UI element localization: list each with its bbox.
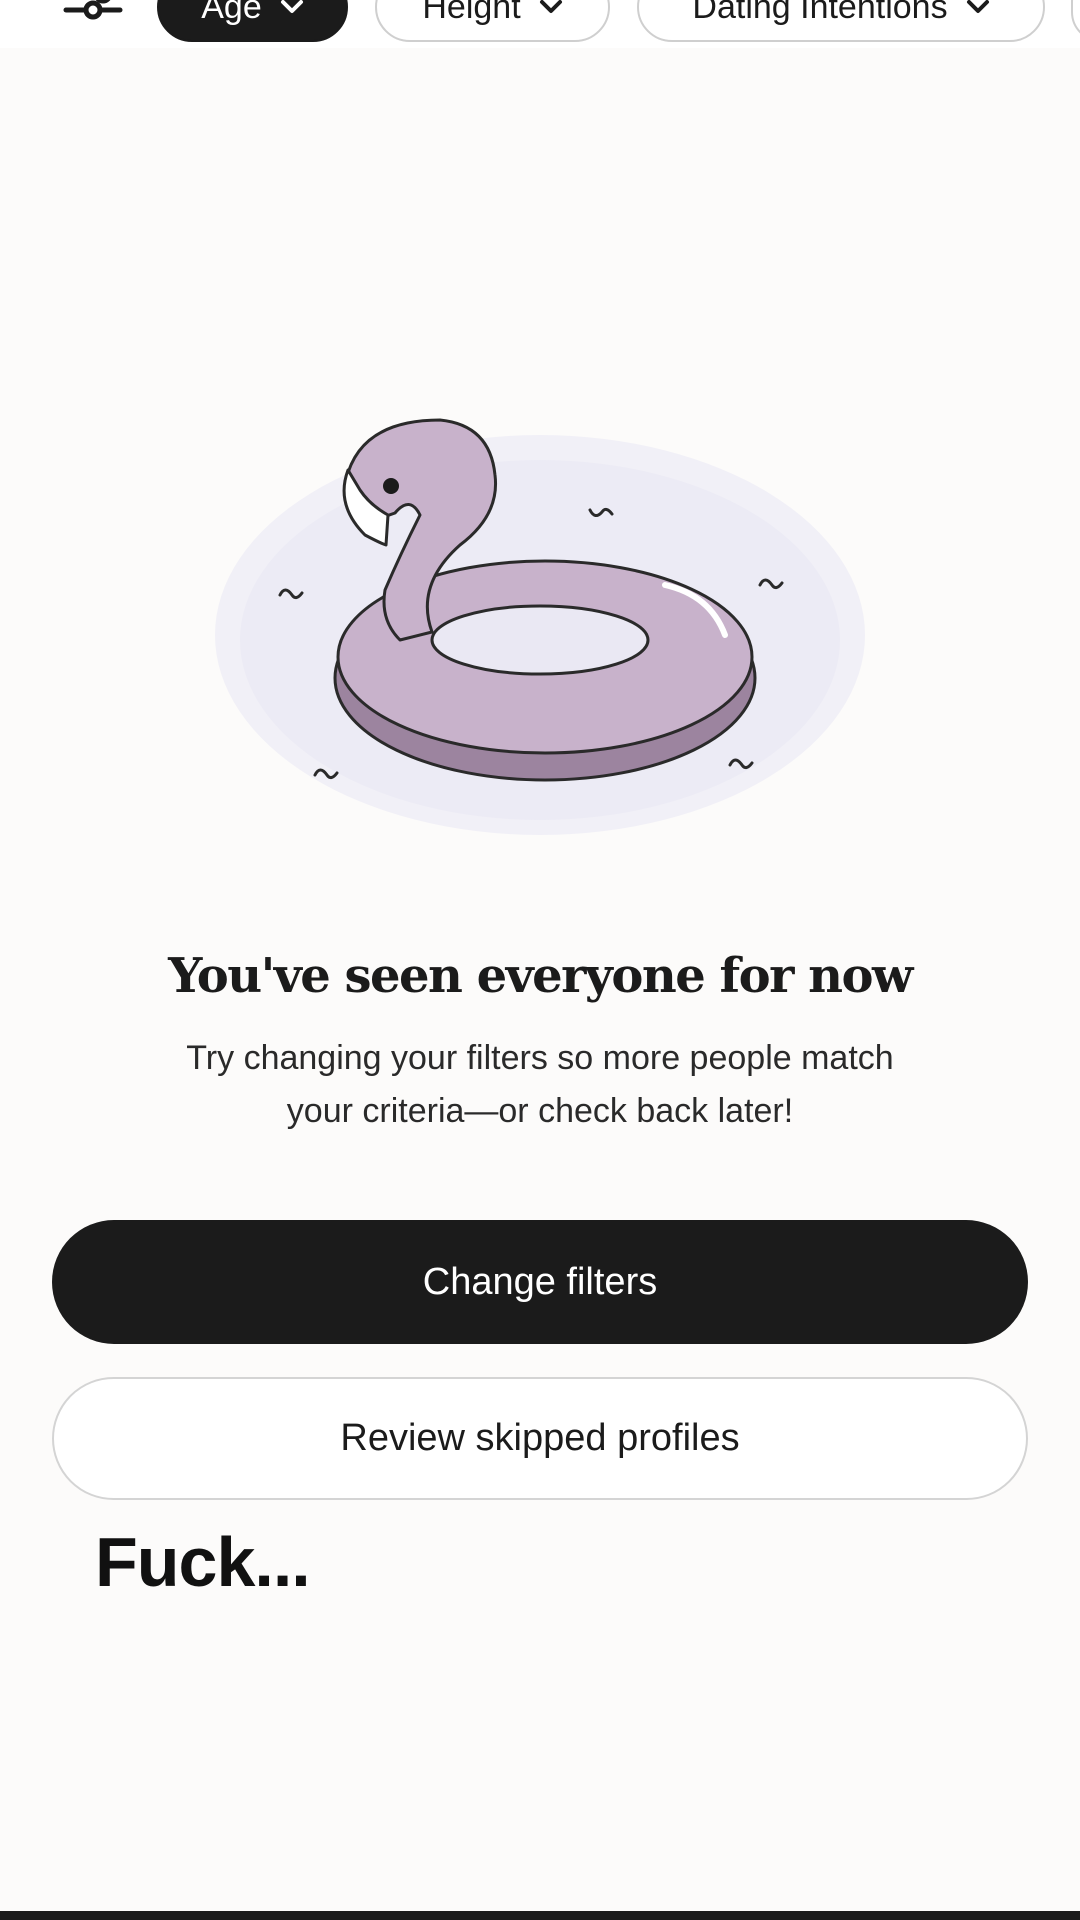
flamingo-pool-float-illustration	[215, 418, 865, 835]
bottom-edge-bar	[0, 1911, 1080, 1920]
empty-state-message-line1: Try changing your filters so more people…	[186, 1039, 894, 1077]
chip-height[interactable]: Height	[375, 0, 610, 42]
empty-state-title: You've seen everyone for now	[168, 948, 913, 1004]
change-filters-button[interactable]: Change filters	[52, 1220, 1028, 1344]
chip-dating-intentions-label: Dating Intentions	[692, 0, 948, 26]
chip-dating-intentions[interactable]: Dating Intentions	[637, 0, 1045, 42]
empty-state-message-line2: your criteria—or check back later!	[286, 1092, 794, 1130]
chip-more[interactable]	[1071, 0, 1080, 42]
chip-height-label: Height	[422, 0, 521, 26]
review-skipped-profiles-button[interactable]: Review skipped profiles	[52, 1377, 1028, 1500]
empty-state-message: Try changing your filters so more people…	[120, 1032, 960, 1138]
chevron-down-icon	[280, 0, 303, 13]
chevron-down-icon	[966, 0, 989, 13]
filter-settings-icon[interactable]	[62, 0, 124, 30]
filter-bar: Age Height Dating Intentions	[0, 0, 1080, 48]
overlay-caption: Fuck...	[95, 1523, 311, 1601]
chip-age-label: Age	[201, 0, 262, 26]
chevron-down-icon	[539, 0, 562, 13]
chip-age[interactable]: Age	[157, 0, 348, 42]
